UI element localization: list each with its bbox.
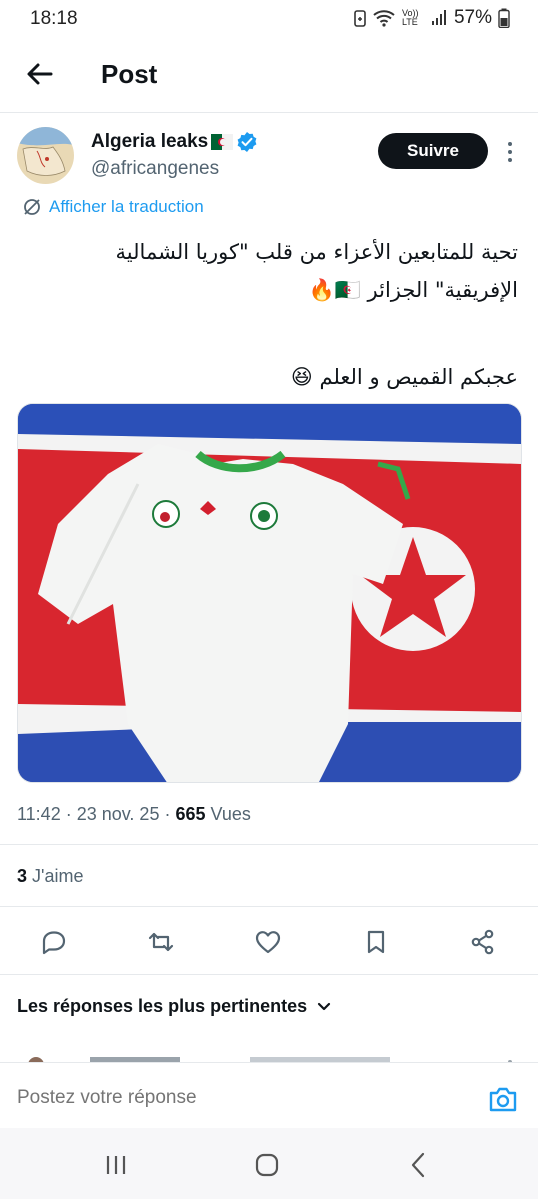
wifi-icon [373, 10, 395, 27]
author-name[interactable]: Algeria leaks [91, 131, 258, 153]
tweet-line: الإفريقية" الجزائر 🇩🇿🔥 [308, 278, 518, 302]
tweet-line: تحية للمتابعين الأعزاء من قلب "كوريا الش… [115, 240, 518, 264]
verified-badge-icon [237, 132, 257, 152]
tweet-metadata: 11:42 · 23 nov. 25 · 665 Vues [17, 804, 251, 824]
battery-percent: 57% [453, 7, 492, 28]
likes-divider [0, 906, 538, 907]
recents-icon[interactable] [101, 1150, 131, 1180]
tweet-time: 11:42 [17, 804, 61, 824]
tweet-line [18, 309, 518, 347]
retweet-icon[interactable] [147, 928, 175, 956]
system-back-icon[interactable] [405, 1150, 435, 1180]
follow-button[interactable]: Suivre [378, 133, 488, 169]
system-navigation-bar [0, 1128, 538, 1199]
status-bar: 18:18 Vo)) LTE 57% [0, 0, 538, 38]
camera-icon[interactable] [488, 1085, 518, 1113]
author-handle[interactable]: @africangenes [91, 158, 219, 180]
home-icon[interactable] [252, 1150, 282, 1180]
bookmark-icon[interactable] [362, 928, 390, 956]
algeria-flag-icon [211, 134, 234, 150]
translate-label: Afficher la traduction [49, 197, 204, 216]
tweet-media-image[interactable] [17, 403, 522, 783]
views-count: 665 [175, 804, 206, 824]
reply-composer [0, 1062, 538, 1126]
tweet-text: تحية للمتابعين الأعزاء من قلب "كوريا الش… [18, 233, 518, 396]
page-title: Post [101, 59, 158, 89]
chevron-down-icon [318, 1002, 331, 1010]
reply-input[interactable] [17, 1087, 417, 1109]
author-name-text: Algeria leaks [91, 131, 209, 152]
action-bar [0, 920, 538, 964]
replies-sort-dropdown[interactable]: Les réponses les plus pertinentes [17, 996, 331, 1017]
jersey-photo [18, 404, 521, 782]
actions-divider [0, 974, 538, 975]
network-label: Vo)) LTE [401, 8, 419, 27]
translate-link[interactable]: Afficher la traduction [22, 197, 204, 217]
more-vertical-icon[interactable] [500, 139, 520, 165]
tweet-line: عجبكم القميص و العلم 😆 [290, 365, 518, 389]
battery-icon [498, 8, 510, 28]
top-app-bar: Post [0, 44, 538, 106]
translate-icon [24, 199, 40, 215]
reply-icon[interactable] [40, 928, 68, 956]
likes-label: J'aime [32, 866, 84, 886]
status-icons: Vo)) LTE 57% [354, 7, 510, 29]
status-time: 18:18 [30, 8, 78, 29]
avatar[interactable] [17, 127, 74, 184]
arrow-left-icon[interactable] [24, 58, 56, 90]
likes-summary[interactable]: 3 J'aime [17, 866, 83, 887]
meta-divider [0, 844, 538, 845]
replies-header-label: Les réponses les plus pertinentes [17, 996, 308, 1016]
signal-icon [431, 10, 446, 25]
share-icon[interactable] [469, 928, 497, 956]
tweet-date: 23 nov. 25 [76, 804, 160, 824]
like-icon[interactable] [254, 928, 282, 956]
battery-saver-icon [354, 10, 366, 27]
views-label: Vues [210, 804, 251, 824]
likes-count: 3 [17, 866, 28, 886]
header-divider [0, 112, 538, 113]
